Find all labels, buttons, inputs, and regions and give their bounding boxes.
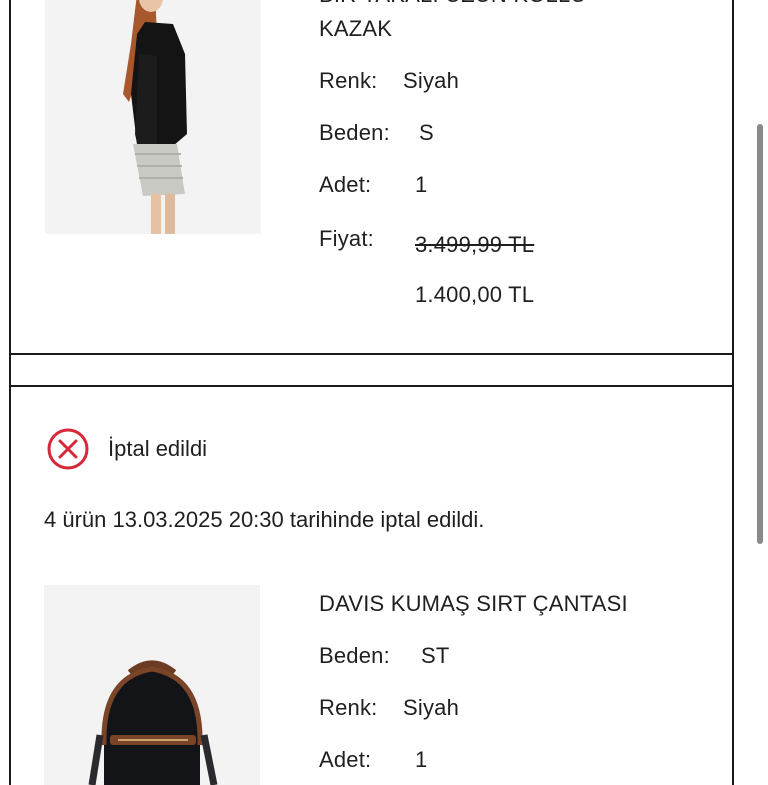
quantity-label: Adet: — [319, 747, 372, 772]
backpack-photo-icon — [44, 585, 260, 785]
product-title-line2[interactable]: KAZAK — [319, 16, 392, 42]
order-item-card: BİR YAKALI UZUN KOLLU KAZAK Renk: Siyah … — [9, 0, 734, 355]
cancel-note: 4 ürün 13.03.2025 20:30 tarihinde iptal … — [44, 507, 485, 532]
cancel-x-circle-icon — [47, 428, 89, 470]
size-label: Beden: — [319, 120, 390, 145]
quantity-value: 1 — [415, 172, 428, 197]
cancel-status-row: İptal edildi — [46, 427, 207, 471]
color-value: Siyah — [403, 695, 460, 720]
size-value: ST — [421, 643, 450, 668]
color-label: Renk: — [319, 68, 378, 93]
quantity-label: Adet: — [319, 172, 372, 197]
card-divider — [9, 353, 734, 387]
quantity-value: 1 — [415, 747, 428, 772]
price-old: 3.499,99 TL — [415, 232, 535, 257]
vertical-scrollbar[interactable] — [757, 124, 763, 544]
price-new: 1.400,00 TL — [415, 282, 535, 307]
product-image-sweater[interactable] — [45, 0, 261, 234]
product-image-backpack[interactable] — [44, 585, 260, 785]
size-label: Beden: — [319, 643, 390, 668]
color-value: Siyah — [403, 68, 460, 93]
size-value: S — [419, 120, 434, 145]
cancel-status-text: İptal edildi — [108, 436, 208, 461]
price-label: Fiyat: — [319, 226, 374, 251]
color-label: Renk: — [319, 695, 378, 720]
sweater-photo-icon — [45, 0, 261, 234]
product-title[interactable]: DAVIS KUMAŞ SIRT ÇANTASI — [319, 591, 628, 617]
product-title-line1[interactable]: BİR YAKALI UZUN KOLLU — [319, 0, 586, 8]
cancelled-order-card: İptal edildi 4 ürün 13.03.2025 20:30 tar… — [9, 385, 734, 785]
